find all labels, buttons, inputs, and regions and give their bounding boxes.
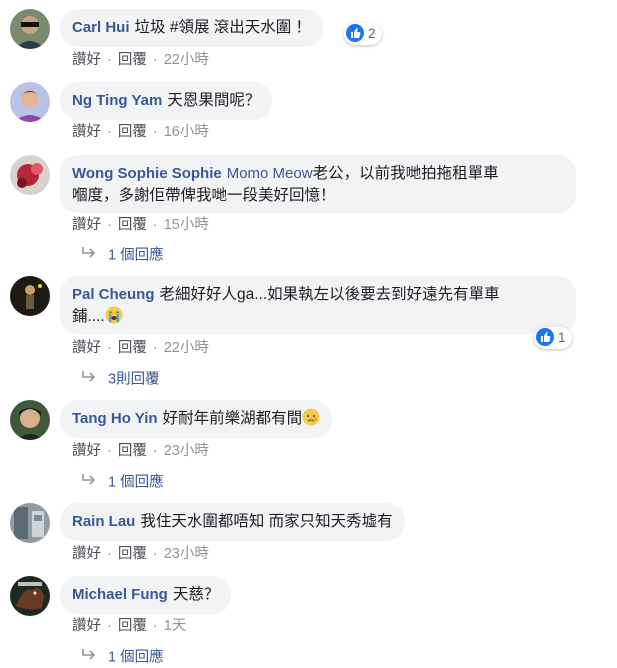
- comment-bubble: Carl Hui 垃圾 #領展 滾出天水圍 ！: [60, 9, 324, 47]
- comment-text: 天慈？: [172, 586, 220, 603]
- like-link[interactable]: 讚好: [72, 618, 101, 634]
- avatar[interactable]: [10, 400, 50, 440]
- comment-text: 垃圾 #領展 滾出天水圍 ！: [134, 19, 312, 36]
- reply-link[interactable]: 回覆: [118, 546, 147, 562]
- comment-text-line2: 嗰度，多謝佢帶俾我哋一段美好回憶！: [72, 187, 336, 204]
- commenter-name[interactable]: Michael Fung: [72, 586, 168, 603]
- reaction-number: 2: [368, 26, 376, 41]
- sad-relieved-face-icon: [302, 408, 320, 426]
- reaction-number: 1: [558, 330, 566, 345]
- comment-text: 好耐年前樂湖都有間: [162, 410, 303, 427]
- separator-dot: ·: [107, 52, 112, 68]
- reply-arrow-icon: [80, 473, 98, 492]
- separator-dot: ·: [152, 443, 158, 459]
- replies-count: 1 個回應: [108, 474, 164, 491]
- like-link[interactable]: 讚好: [72, 546, 101, 562]
- reply-link[interactable]: 回覆: [118, 52, 147, 68]
- reply-arrow-icon: [80, 648, 98, 667]
- comment-time[interactable]: 16小時: [164, 124, 209, 140]
- commenter-name[interactable]: Ng Ting Yam: [72, 92, 162, 109]
- reply-link[interactable]: 回覆: [118, 124, 147, 140]
- commenter-name[interactable]: Pal Cheung: [72, 286, 155, 303]
- separator-dot: ·: [152, 340, 158, 356]
- view-replies-link[interactable]: 1 個回應: [80, 473, 164, 491]
- comment-bubble: Ng Ting Yam 天恩果間呢？: [60, 82, 273, 120]
- comment-time[interactable]: 22小時: [164, 52, 209, 68]
- reaction-count[interactable]: 2: [344, 23, 382, 45]
- reply-link[interactable]: 回覆: [118, 618, 147, 634]
- separator-dot: ·: [107, 124, 112, 140]
- like-link[interactable]: 讚好: [72, 217, 101, 233]
- separator-dot: ·: [152, 618, 158, 634]
- separator-dot: ·: [152, 52, 158, 68]
- comment-bubble: Pal Cheung 老細好好人ga...如果執左以後要去到好遠先有單車鋪....: [60, 276, 576, 334]
- comment-text: 天恩果間呢？: [167, 92, 261, 109]
- separator-dot: ·: [107, 443, 112, 459]
- reaction-count[interactable]: 1: [534, 327, 572, 349]
- comment-time[interactable]: 15小時: [164, 217, 209, 233]
- separator-dot: ·: [107, 546, 112, 562]
- like-link[interactable]: 讚好: [72, 443, 101, 459]
- comment-time[interactable]: 23小時: [164, 546, 209, 562]
- commenter-name[interactable]: Rain Lau: [72, 513, 135, 530]
- comment-time[interactable]: 23小時: [164, 443, 209, 459]
- avatar[interactable]: [10, 576, 50, 616]
- separator-dot: ·: [107, 618, 112, 634]
- reply-link[interactable]: 回覆: [118, 340, 147, 356]
- like-link[interactable]: 讚好: [72, 124, 101, 140]
- like-link[interactable]: 讚好: [72, 340, 101, 356]
- comment-bubble: Tang Ho Yin 好耐年前樂湖都有間: [60, 400, 333, 438]
- avatar[interactable]: [10, 82, 50, 122]
- comment-bubble: Wong Sophie Sophie Momo Meow老公，以前我哋拍拖租單車嗰…: [60, 155, 576, 213]
- mention-link[interactable]: Momo Meow: [227, 165, 313, 182]
- comment-actions: 讚好 · 回覆 · 23小時: [72, 545, 209, 563]
- reply-arrow-icon: [80, 370, 98, 389]
- replies-count: 1 個回應: [108, 649, 164, 666]
- loudly-crying-face-icon: [105, 306, 123, 324]
- separator-dot: ·: [152, 217, 158, 233]
- avatar[interactable]: [10, 9, 50, 49]
- avatar[interactable]: [10, 503, 50, 543]
- comment-actions: 讚好 · 回覆 · 22小時: [72, 339, 209, 357]
- replies-count: 3則回覆: [108, 371, 160, 388]
- commenter-name[interactable]: Carl Hui: [72, 19, 130, 36]
- view-replies-link[interactable]: 1 個回應: [80, 648, 164, 666]
- comment-actions: 讚好 · 回覆 · 1天: [72, 617, 186, 635]
- reply-link[interactable]: 回覆: [118, 217, 147, 233]
- comment-actions: 讚好 · 回覆 · 23小時: [72, 442, 209, 460]
- commenter-name[interactable]: Tang Ho Yin: [72, 410, 158, 427]
- comment-actions: 讚好 · 回覆 · 22小時: [72, 51, 209, 69]
- separator-dot: ·: [107, 340, 112, 356]
- comment-text-line1: 老公，以前我哋拍拖租單車: [312, 165, 499, 182]
- like-link[interactable]: 讚好: [72, 52, 101, 68]
- replies-count: 1 個回應: [108, 247, 164, 264]
- comment-bubble: Rain Lau 我住天水圍都唔知 而家只知天秀墟有: [60, 503, 405, 541]
- view-replies-link[interactable]: 3則回覆: [80, 370, 160, 388]
- separator-dot: ·: [152, 124, 158, 140]
- commenter-name[interactable]: Wong Sophie Sophie: [72, 165, 222, 182]
- comment-text: 我住天水圍都唔知 而家只知天秀墟有: [140, 513, 393, 530]
- like-icon: [536, 328, 554, 347]
- comment-actions: 讚好 · 回覆 · 15小時: [72, 216, 209, 234]
- view-replies-link[interactable]: 1 個回應: [80, 246, 164, 264]
- reply-link[interactable]: 回覆: [118, 443, 147, 459]
- comment-text-line2: 鋪....: [72, 308, 105, 325]
- comment-bubble: Michael Fung 天慈？: [60, 576, 232, 614]
- separator-dot: ·: [107, 217, 112, 233]
- comment-text-line1: 老細好好人ga...如果執左以後要去到好遠先有單車: [159, 286, 500, 303]
- avatar[interactable]: [10, 155, 50, 195]
- separator-dot: ·: [152, 546, 158, 562]
- like-icon: [346, 24, 364, 43]
- avatar[interactable]: [10, 276, 50, 316]
- reply-arrow-icon: [80, 246, 98, 265]
- comment-time[interactable]: 22小時: [164, 340, 209, 356]
- comment-time[interactable]: 1天: [164, 618, 187, 634]
- comment-actions: 讚好 · 回覆 · 16小時: [72, 123, 209, 141]
